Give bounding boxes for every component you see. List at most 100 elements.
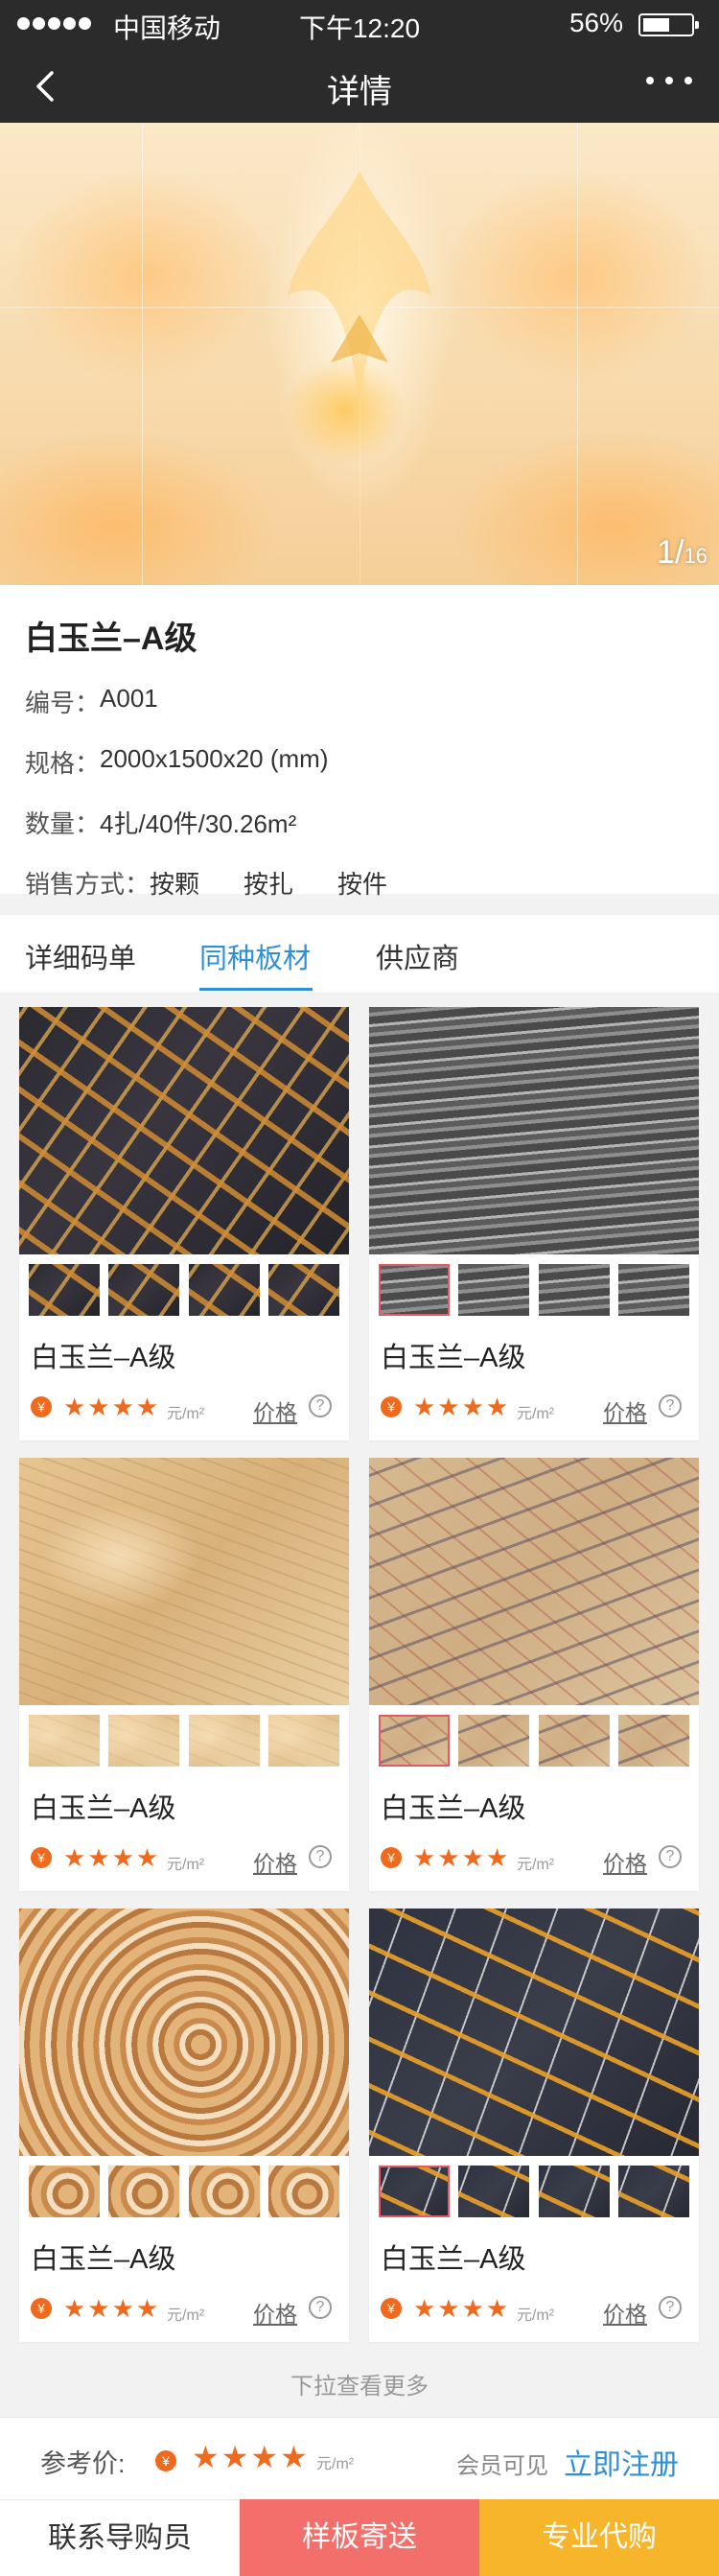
price-link[interactable]: 价格 — [253, 2296, 297, 2329]
sale-method-row: 销售方式： 按颗 按扎 按件 — [25, 865, 694, 901]
thumbnail[interactable] — [267, 1715, 339, 1767]
product-card[interactable]: 白玉兰–A级 ¥ ★★★★ 元/m² 价格? — [19, 1007, 349, 1440]
help-circle-icon[interactable]: ? — [659, 1845, 682, 1868]
more-dots-icon[interactable] — [646, 77, 692, 84]
help-circle-icon[interactable]: ? — [659, 2296, 682, 2319]
sample-delivery-button[interactable]: 样板寄送 — [240, 2499, 479, 2576]
thumbnail[interactable] — [267, 1264, 339, 1316]
yen-icon: ¥ — [381, 1396, 402, 1417]
yen-icon: ¥ — [155, 2450, 176, 2471]
tab-detail-list[interactable]: 详细码单 — [25, 936, 136, 976]
product-image[interactable] — [19, 1458, 349, 1705]
product-image[interactable] — [369, 1909, 699, 2156]
product-card[interactable]: 白玉兰–A级 ¥ ★★★★ 元/m² 价格? — [369, 1007, 699, 1440]
sale-method-option[interactable]: 按件 — [337, 865, 387, 901]
product-image[interactable] — [19, 1909, 349, 2156]
product-spec: 2000x1500x20 (mm) — [100, 744, 329, 773]
image-counter: 1/16 — [657, 534, 707, 571]
price-unit: 元/m² — [517, 1406, 555, 1422]
thumbnail[interactable] — [379, 1715, 450, 1767]
thumbnail-strip — [379, 1264, 689, 1316]
battery-icon — [638, 13, 699, 36]
thumbnail[interactable] — [538, 1264, 610, 1316]
product-image[interactable] — [19, 1007, 349, 1254]
product-card[interactable]: 白玉兰–A级 ¥ ★★★★ 元/m² 价格? — [369, 1909, 699, 2342]
price-link[interactable]: 价格 — [603, 2296, 647, 2329]
nav-bar: 详情 — [0, 48, 719, 123]
help-circle-icon[interactable]: ? — [309, 1845, 332, 1868]
thumbnail[interactable] — [617, 1715, 689, 1767]
thumbnail[interactable] — [458, 1264, 530, 1316]
spec-row: 规格： 2000x1500x20 (mm) — [25, 744, 329, 778]
hero-image[interactable]: 1/16 — [0, 123, 719, 585]
product-name: 白玉兰–A级 — [25, 621, 197, 657]
tab-bar: 详细码单 同种板材 供应商 — [0, 915, 719, 994]
price-stars: ★★★★ — [63, 2294, 161, 2323]
price-row: ¥ ★★★★ 元/m² 价格? — [31, 1843, 337, 1876]
product-image[interactable] — [369, 1458, 699, 1705]
thumbnail[interactable] — [379, 2166, 450, 2217]
thumbnail-strip — [379, 1715, 689, 1767]
price-stars: ★★★★ — [63, 1393, 161, 1421]
price-unit: 元/m² — [167, 1406, 205, 1422]
thumbnail[interactable] — [617, 1264, 689, 1316]
yen-icon: ¥ — [381, 1847, 402, 1868]
thumbnail[interactable] — [458, 2166, 530, 2217]
sale-method-option[interactable]: 按颗 — [150, 865, 199, 901]
yen-icon: ¥ — [381, 2298, 402, 2319]
sale-method-option[interactable]: 按扎 — [244, 865, 293, 901]
thumbnail[interactable] — [188, 1715, 260, 1767]
tab-same-slab[interactable]: 同种板材 — [199, 936, 311, 976]
price-stars: ★★★★ — [63, 1843, 161, 1872]
yen-icon: ¥ — [31, 1847, 52, 1868]
product-card[interactable]: 白玉兰–A级 ¥ ★★★★ 元/m² 价格? — [369, 1458, 699, 1891]
battery-percent: 56% — [568, 8, 623, 37]
status-bar: 中国移动 下午12:20 56% — [0, 0, 719, 48]
code-row: 编号： A001 — [25, 684, 158, 717]
qty-row: 数量： 4扎/40件/30.26m² — [25, 805, 694, 840]
contact-guide-button[interactable]: 联系导购员 — [0, 2499, 240, 2576]
purchase-agent-button[interactable]: 专业代购 — [479, 2499, 719, 2576]
thumbnail[interactable] — [108, 2166, 180, 2217]
product-card-name: 白玉兰–A级 — [31, 2244, 176, 2275]
price-unit: 元/m² — [167, 1857, 205, 1873]
thumbnail-strip — [29, 1715, 339, 1767]
price-link[interactable]: 价格 — [253, 1394, 297, 1427]
price-stars: ★★★★ — [413, 2294, 511, 2323]
price-row: ¥ ★★★★ 元/m² 价格? — [381, 1393, 687, 1425]
help-circle-icon[interactable]: ? — [309, 1394, 332, 1417]
thumbnail[interactable] — [188, 1264, 260, 1316]
product-qty: 4扎/40件/30.26m² — [100, 809, 297, 838]
thumbnail-strip — [29, 1264, 339, 1316]
thumbnail[interactable] — [29, 1264, 100, 1316]
help-circle-icon[interactable]: ? — [309, 2296, 332, 2319]
thumbnail[interactable] — [617, 2166, 689, 2217]
price-link[interactable]: 价格 — [603, 1394, 647, 1427]
thumbnail[interactable] — [267, 2166, 339, 2217]
product-info: 白玉兰–A级 编号： A001 规格： 2000x1500x20 (mm) 数量… — [0, 585, 719, 899]
price-link[interactable]: 价格 — [253, 1845, 297, 1878]
thumbnail[interactable] — [108, 1264, 180, 1316]
help-circle-icon[interactable]: ? — [659, 1394, 682, 1417]
thumbnail[interactable] — [29, 1715, 100, 1767]
product-card[interactable]: 白玉兰–A级 ¥ ★★★★ 元/m² 价格? — [19, 1458, 349, 1891]
reference-price-bar: 参考价: ¥ ★★★★ 元/m² 会员可见 立即注册 — [0, 2417, 719, 2499]
page-title: 详情 — [327, 74, 392, 110]
thumbnail[interactable] — [29, 2166, 100, 2217]
reference-unit: 元/m² — [316, 2456, 355, 2472]
thumbnail[interactable] — [538, 1715, 610, 1767]
thumbnail[interactable] — [379, 1264, 450, 1316]
product-image[interactable] — [369, 1007, 699, 1254]
product-card-name: 白玉兰–A级 — [31, 1343, 176, 1373]
price-link[interactable]: 价格 — [603, 1845, 647, 1878]
thumbnail-strip — [29, 2166, 339, 2217]
product-card[interactable]: 白玉兰–A级 ¥ ★★★★ 元/m² 价格? — [19, 1909, 349, 2342]
tab-supplier[interactable]: 供应商 — [376, 936, 459, 976]
thumbnail[interactable] — [188, 2166, 260, 2217]
active-tab-indicator — [199, 988, 313, 991]
thumbnail[interactable] — [458, 1715, 530, 1767]
thumbnail[interactable] — [108, 1715, 180, 1767]
thumbnail[interactable] — [538, 2166, 610, 2217]
reference-price-label: 参考价: — [40, 2449, 126, 2478]
register-link[interactable]: 立即注册 — [564, 2441, 679, 2483]
